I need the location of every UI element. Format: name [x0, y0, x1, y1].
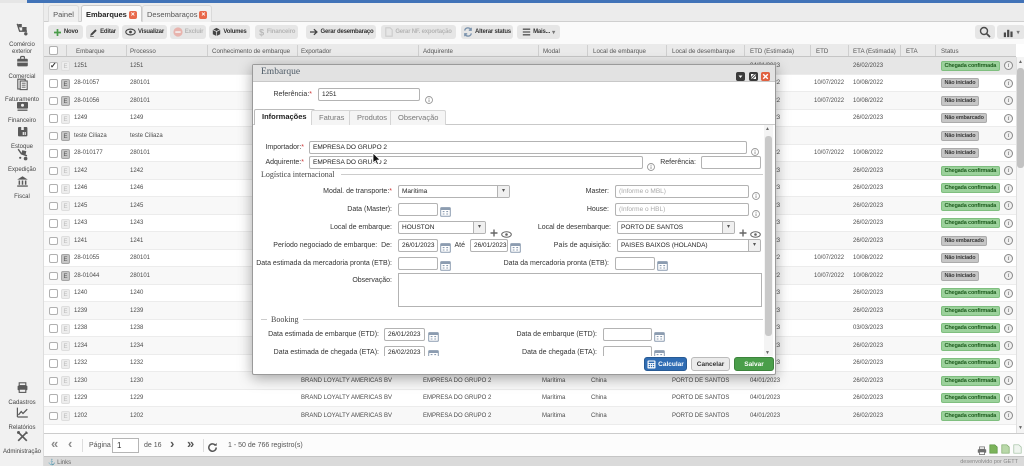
- svg-text:$: $: [259, 28, 264, 38]
